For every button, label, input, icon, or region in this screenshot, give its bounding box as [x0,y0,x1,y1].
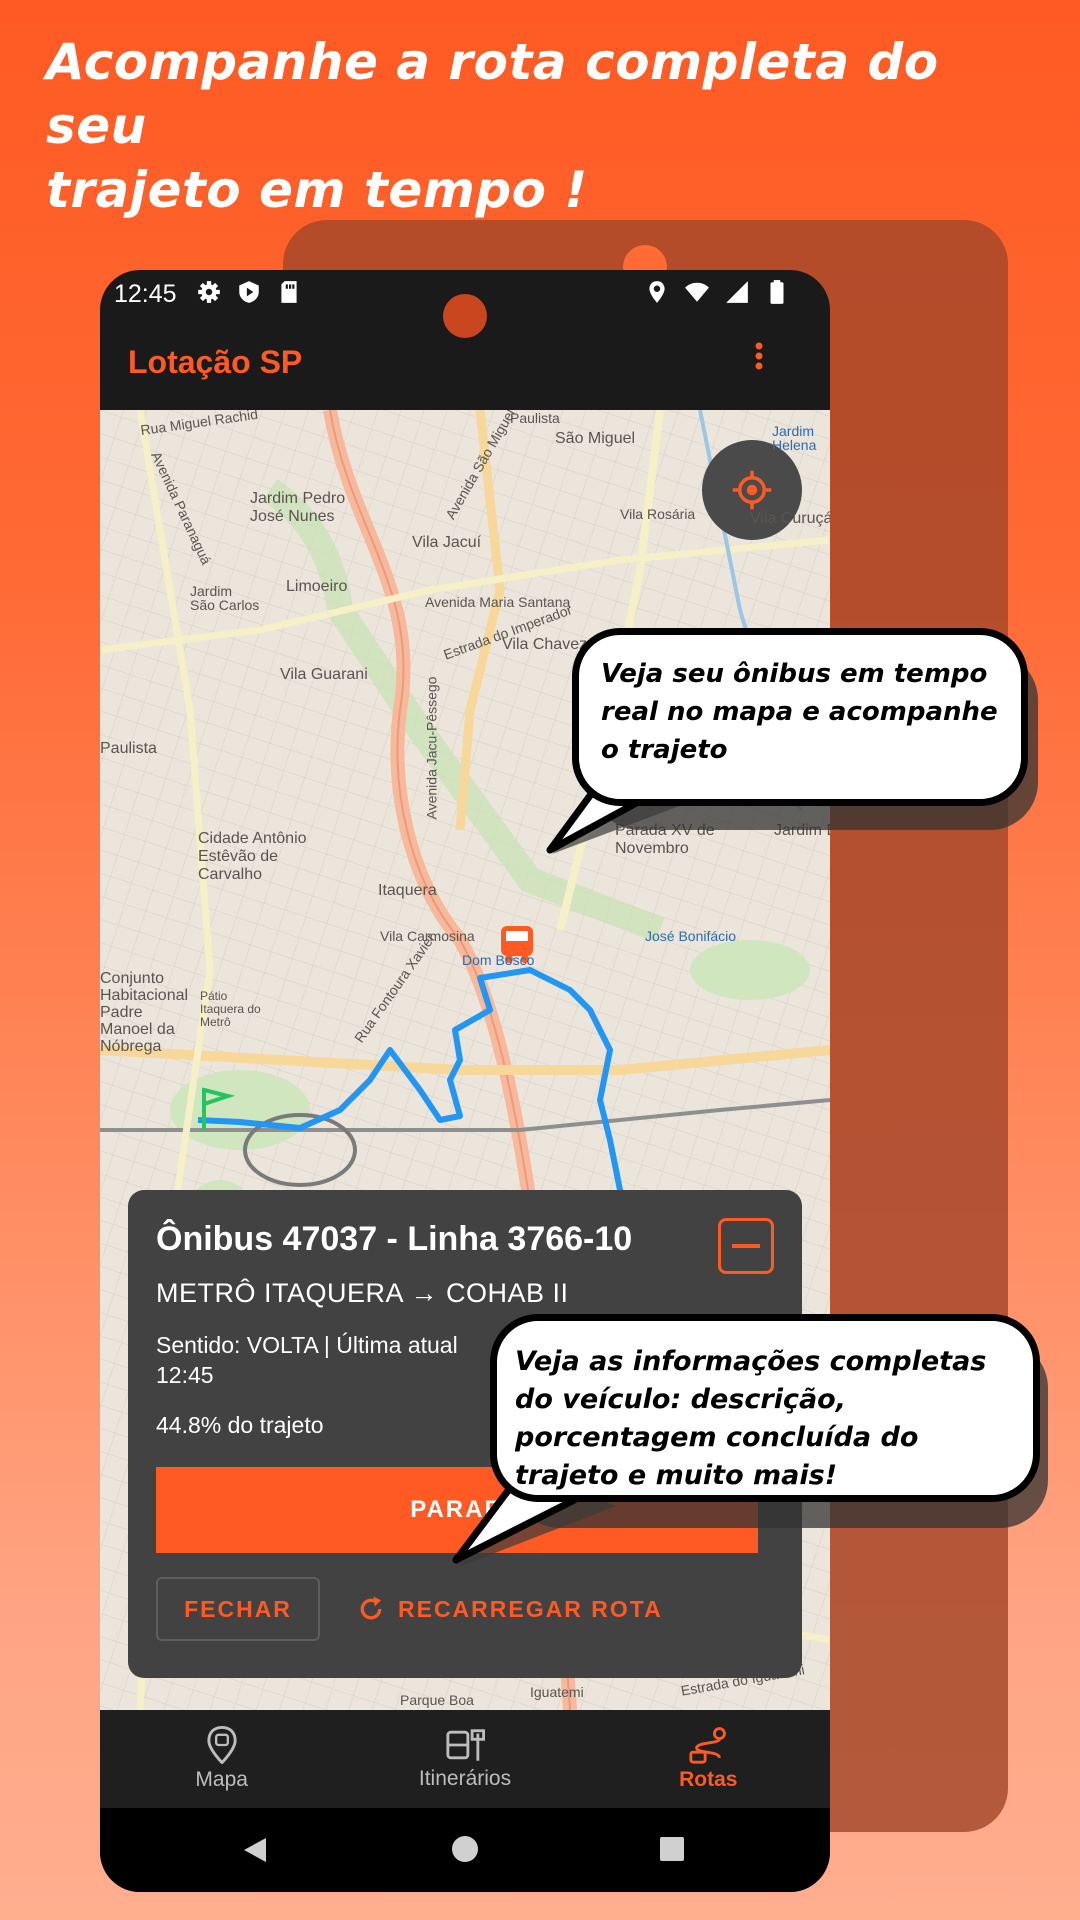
map-label: Vila Curuçá [750,510,830,527]
app-title: Lotação SP [128,344,303,380]
battery-icon [770,280,784,304]
headline-line-1: Acompanhe a rota completa do seu [46,33,939,155]
reload-route-label: RECARREGAR ROTA [398,1595,663,1622]
close-button[interactable]: FECHAR [156,1577,320,1641]
callout-bubble-map: Veja seu ônibus em tempo real no mapa e … [572,628,1028,806]
map-label: Dom Bosco [462,952,535,968]
map-label: Parque Boa [400,1692,474,1708]
map-label: Avenida Jacu-Pêssego [423,676,440,820]
wifi-icon [685,282,709,302]
callout-bubble-info: Veja as informações completas do veículo… [490,1314,1040,1502]
nav-label-itinerarios: Itinerários [418,1767,512,1790]
map-label: Iguatemi [530,1684,584,1700]
headline-line-2: trajeto em tempo ! [46,161,588,219]
reload-route-button[interactable]: RECARREGAR ROTA [356,1577,663,1641]
refresh-icon [360,1596,382,1620]
route-icon [689,1727,727,1764]
map-label: Jardim São Carlos [190,583,260,613]
map-label: Itaquera [378,882,437,899]
sd-card-icon [281,281,297,303]
bus-meta-time: 12:45 [156,1362,214,1388]
map-label: Jardim Pedro José Nunes [250,490,346,525]
promo-headline: Acompanhe a rota completa do seu trajeto… [46,30,1046,222]
map-label: Paulista [100,740,157,757]
map-label: Vila Rosária [620,506,696,522]
bus-title: Ônibus 47037 - Linha 3766-10 [156,1220,633,1258]
home-icon[interactable] [452,1836,478,1862]
bus-meta: Sentido: VOLTA | Última atual 12:45 [156,1330,536,1390]
map-label: Vila Jacuí [412,534,482,551]
bus-meta-line: Sentido: VOLTA | Última atual [156,1332,458,1358]
map-label: Limoeiro [286,578,348,595]
nav-label-rotas: Rotas [679,1768,738,1791]
app-bar: Lotação SP [100,330,830,410]
map-label: São Miguel [555,430,636,447]
location-icon [649,281,665,303]
bus-stop-icon [446,1729,485,1761]
map-label: José Bonifácio [645,928,737,944]
settings-gear-icon [198,281,220,303]
status-time: 12:45 [114,280,177,308]
map-label: Vila Guarani [280,666,368,683]
overflow-menu-icon[interactable] [744,336,774,376]
bus-marker-icon [207,1726,237,1764]
recent-apps-icon[interactable] [660,1837,684,1861]
map-label: Cidade Antônio Estêvão de Carvalho [198,830,307,883]
map-label: Vila Chavez [502,636,588,653]
map-label: Paulista [510,410,560,426]
map-label: Conjunto Habitacional Padre Manoel da Nó… [100,970,189,1055]
nav-item-mapa[interactable]: Mapa [100,1710,343,1808]
play-protect-icon [239,281,259,303]
map-label: Jardim Helena [772,423,817,453]
nav-item-rotas[interactable]: Rotas [587,1710,830,1808]
nav-label-mapa: Mapa [195,1768,248,1791]
collapse-card-button[interactable] [718,1218,774,1274]
cell-signal-icon [726,281,748,303]
nav-item-itinerarios[interactable]: Itinerários [343,1710,586,1808]
system-navigation-bar [100,1808,830,1892]
map-label: Pátio Itaquera do Metrô [200,989,261,1029]
back-icon[interactable] [242,1836,268,1864]
my-location-icon [732,470,772,510]
trip-progress: 44.8% do trajeto [156,1412,324,1438]
bottom-navigation: Mapa Itinerários Rotas [100,1710,830,1808]
route-direction: METRÔ ITAQUERA → COHAB II [156,1278,569,1308]
